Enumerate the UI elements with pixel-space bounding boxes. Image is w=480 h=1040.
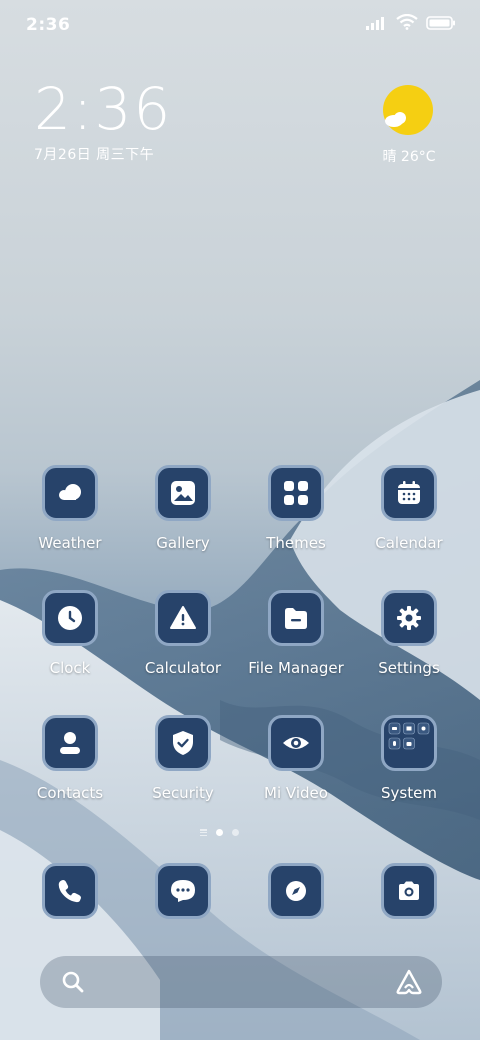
app-contacts[interactable]: Contacts [15, 715, 125, 802]
app-mi-video[interactable]: Mi Video [241, 715, 351, 802]
dock-messages[interactable] [128, 863, 238, 919]
weather-text: 晴 26°C [382, 149, 436, 165]
calendar-icon [398, 481, 420, 504]
status-bar: 2:36 [0, 0, 480, 50]
app-label: Themes [266, 534, 326, 552]
search-icon[interactable] [60, 969, 86, 999]
gallery-icon [171, 481, 195, 505]
phone-icon [58, 880, 81, 903]
phone-app-tile [42, 863, 98, 919]
system-folder-icon [388, 722, 430, 750]
settings-app-tile [381, 590, 437, 646]
browser-app-tile [268, 863, 324, 919]
app-label: File Manager [248, 659, 344, 677]
page-indicator[interactable] [200, 829, 239, 836]
app-weather[interactable]: Weather [15, 465, 125, 552]
search-bar[interactable] [40, 956, 442, 1008]
app-themes[interactable]: Themes [241, 465, 351, 552]
calculator-app-tile [155, 590, 211, 646]
app-security[interactable]: Security [128, 715, 238, 802]
gallery-app-tile [155, 465, 211, 521]
themes-app-tile [268, 465, 324, 521]
clock-app-tile [42, 590, 98, 646]
page-dot-active [216, 829, 223, 836]
settings-icon [397, 606, 421, 630]
mi-video-app-tile [268, 715, 324, 771]
file-manager-app-tile [268, 590, 324, 646]
app-calendar[interactable]: Calendar [354, 465, 464, 552]
mi-video-icon [283, 737, 309, 749]
app-label: Calculator [144, 659, 222, 677]
home-list-indicator-icon [200, 829, 207, 836]
app-system-folder[interactable]: System [354, 715, 464, 802]
dock-phone[interactable] [15, 863, 125, 919]
app-label: Gallery [156, 534, 210, 552]
clock-widget[interactable]: 2:36 7月26日 周三下午 [34, 78, 172, 164]
app-label: Mi Video [264, 784, 328, 802]
app-label: System [381, 784, 437, 802]
assistant-icon[interactable] [394, 968, 424, 1000]
battery-icon [426, 15, 456, 34]
app-clock[interactable]: Clock [15, 590, 125, 677]
app-gallery[interactable]: Gallery [128, 465, 238, 552]
app-label: Weather [38, 534, 102, 552]
weather-widget[interactable]: 晴 26°C [374, 84, 444, 166]
sunny-weather-icon [382, 84, 433, 135]
widget-time: 2:36 [34, 75, 173, 143]
widget-date: 7月26日 周三下午 [34, 147, 155, 163]
contacts-icon [60, 732, 80, 754]
app-calculator[interactable]: Calculator [128, 590, 238, 677]
system-folder-tile [381, 715, 437, 771]
status-time: 2:36 [26, 15, 71, 35]
browser-compass-icon [286, 881, 306, 901]
app-settings[interactable]: Settings [354, 590, 464, 677]
calendar-app-tile [381, 465, 437, 521]
app-label: Settings [378, 659, 440, 677]
app-label: Calendar [375, 534, 443, 552]
dock-browser[interactable] [241, 863, 351, 919]
dock-camera[interactable] [354, 863, 464, 919]
app-label: Clock [49, 659, 91, 677]
weather-icon [59, 484, 81, 500]
themes-icon [284, 481, 308, 505]
clock-icon [58, 606, 82, 630]
page-dot [232, 829, 239, 836]
app-file-manager[interactable]: File Manager [241, 590, 351, 677]
camera-icon [399, 881, 419, 900]
messages-icon [171, 880, 195, 902]
weather-app-tile [42, 465, 98, 521]
messages-app-tile [155, 863, 211, 919]
contacts-app-tile [42, 715, 98, 771]
security-app-tile [155, 715, 211, 771]
file-manager-icon [285, 608, 307, 629]
wifi-icon [396, 13, 418, 34]
app-label: Contacts [36, 784, 104, 802]
security-icon [173, 731, 193, 755]
calculator-icon [170, 606, 196, 629]
camera-app-tile [381, 863, 437, 919]
app-label: Security [152, 784, 214, 802]
signal-icon [366, 15, 388, 34]
status-icons [366, 13, 456, 34]
